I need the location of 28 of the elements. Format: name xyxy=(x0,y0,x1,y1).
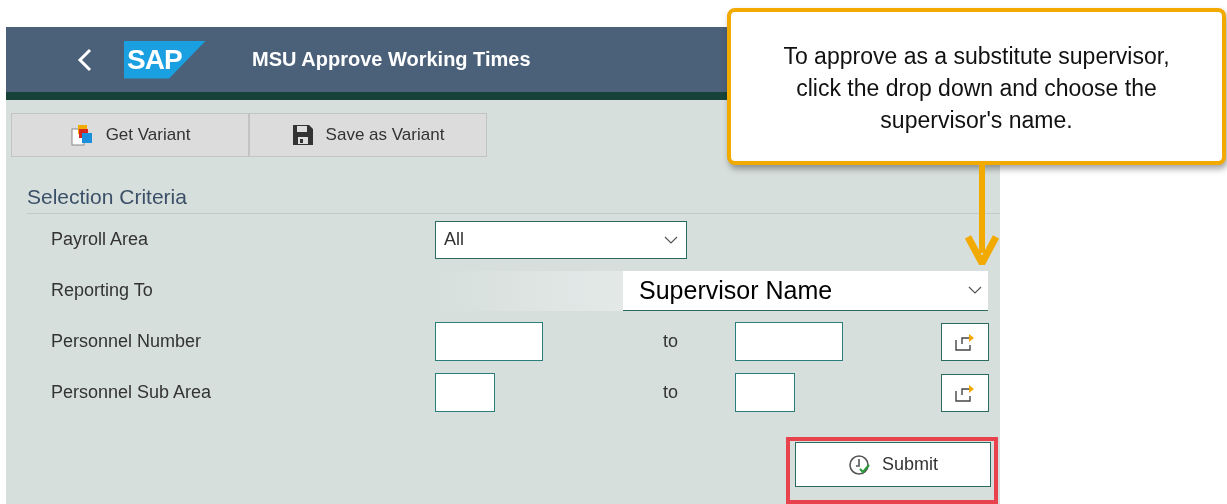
logo: SAP xyxy=(124,40,206,79)
chevron-down-icon xyxy=(664,235,678,244)
clock-check-icon xyxy=(848,453,870,476)
input-field[interactable] xyxy=(435,322,543,361)
callout-text: To approve as a substitute supervisor, click the drop down and choose the supervisor's name. xyxy=(782,42,1171,135)
documents-icon xyxy=(69,123,94,147)
multiple-selection-button[interactable] xyxy=(941,373,989,412)
export-icon xyxy=(954,382,976,403)
chevron-down-icon xyxy=(968,286,982,294)
field-label: Reporting To xyxy=(51,280,154,301)
input-field[interactable] xyxy=(435,373,495,412)
multiple-selection-button[interactable] xyxy=(941,322,989,361)
field-label: Personnel Sub Area xyxy=(51,382,213,403)
field-label: Personnel Number xyxy=(51,331,203,352)
input-field[interactable] xyxy=(735,322,843,361)
section-title: Selection Criteria xyxy=(27,185,1000,214)
dropdown[interactable]: All xyxy=(435,220,687,259)
toolbar-button[interactable]: Save as Variant xyxy=(249,113,487,157)
export-icon xyxy=(954,331,976,352)
app-title: MSU Approve Working Times xyxy=(252,48,531,71)
dropdown[interactable]: Supervisor Name xyxy=(623,270,988,311)
submit-button[interactable]: Submit xyxy=(795,442,991,487)
field-label: Payroll Area xyxy=(51,229,150,250)
range-label: to xyxy=(663,382,679,403)
input-field[interactable] xyxy=(735,373,795,412)
back-icon[interactable] xyxy=(76,47,94,72)
range-label: to xyxy=(663,331,679,352)
toolbar-button[interactable]: Get Variant xyxy=(11,113,249,157)
